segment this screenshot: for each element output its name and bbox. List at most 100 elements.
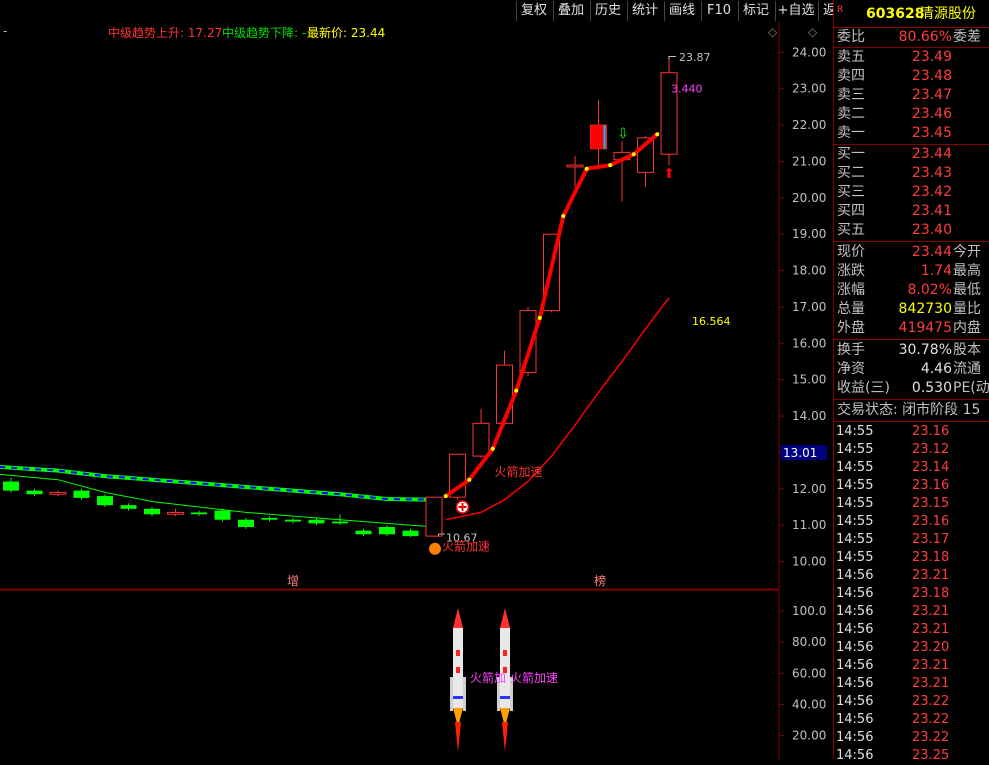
ma-value-label: 3.440 bbox=[671, 82, 703, 95]
tick-time: 14:56 bbox=[836, 622, 874, 637]
toolbar-button[interactable]: 画线 bbox=[664, 1, 699, 21]
bid-label: 买五 bbox=[837, 222, 865, 238]
candle-body bbox=[120, 505, 137, 509]
stat-value: 23.44 bbox=[911, 244, 952, 260]
tick-time: 14:56 bbox=[836, 748, 874, 763]
sub-axis-label: 40.00 bbox=[792, 697, 826, 711]
tick-row: 14:56 23.25 bbox=[834, 747, 989, 765]
toolbar-button[interactable]: 复权 bbox=[516, 1, 551, 21]
stat-value: 30.78% bbox=[898, 342, 952, 358]
trade-status: 交易状态: 闭市阶段 15 bbox=[834, 401, 989, 420]
toolbar-button[interactable]: 统计 bbox=[627, 1, 662, 21]
trend-dot bbox=[514, 388, 519, 393]
bid-row: 买五 23.40 bbox=[834, 221, 989, 240]
ask-label: 卖一 bbox=[837, 125, 865, 141]
tick-row: 14:55 23.16 bbox=[834, 513, 989, 531]
stat-label: 收益(三) bbox=[837, 380, 890, 396]
stock-code: 603628 bbox=[866, 6, 925, 22]
rocket-badge-icon bbox=[429, 542, 441, 555]
bottom-marker-left: 增 bbox=[287, 574, 299, 588]
candle-body bbox=[238, 519, 254, 527]
tick-row: 14:56 23.22 bbox=[834, 693, 989, 711]
stock-name: 清源股份 bbox=[920, 6, 976, 22]
current-price-label: 13.01 bbox=[783, 446, 817, 460]
rocket-sub-label: 火箭加 bbox=[470, 670, 506, 685]
ma-green-line bbox=[0, 465, 435, 502]
ask-row: 卖一 23.45 bbox=[834, 124, 989, 143]
stat-row: 总量 842730 量比 bbox=[834, 300, 989, 319]
rocket-icon bbox=[450, 608, 466, 752]
candle-body bbox=[73, 490, 90, 498]
stat-right-label: 流通 bbox=[953, 361, 981, 377]
candle-body bbox=[402, 530, 419, 537]
tick-row: 14:56 23.21 bbox=[834, 567, 989, 585]
tick-price: 23.22 bbox=[912, 712, 950, 727]
ask-label: 卖四 bbox=[837, 68, 865, 84]
tick-row: 14:55 23.12 bbox=[834, 441, 989, 459]
tick-price: 23.17 bbox=[912, 532, 950, 547]
high-marker-icon: ⌐ bbox=[667, 50, 677, 64]
tick-row: 14:55 23.16 bbox=[834, 423, 989, 441]
trend-dot bbox=[584, 166, 589, 171]
trend-dot bbox=[655, 132, 660, 137]
toolbar-button[interactable]: +自选 bbox=[775, 1, 816, 21]
rocket-accel-label: 火箭加速 bbox=[495, 464, 543, 479]
tick-time: 14:56 bbox=[836, 658, 874, 673]
trend-dot bbox=[561, 214, 566, 219]
toolbar-button[interactable]: 叠加 bbox=[553, 1, 588, 21]
trade-status-label: 交易状态: 闭市阶段 15 bbox=[837, 402, 981, 418]
sub-axis-label: 20.00 bbox=[792, 729, 826, 743]
trend-dot bbox=[537, 315, 542, 320]
toolbar-button[interactable]: 标记 bbox=[738, 1, 773, 21]
ask-price: 23.46 bbox=[911, 106, 952, 122]
ask-row: 卖五 23.49 bbox=[834, 48, 989, 67]
ask-row: 卖三 23.47 bbox=[834, 86, 989, 105]
tick-price: 23.18 bbox=[912, 550, 950, 565]
bid-row: 买三 23.42 bbox=[834, 183, 989, 202]
tick-row: 14:56 23.21 bbox=[834, 657, 989, 675]
toolbar-button[interactable]: F10 bbox=[701, 1, 736, 21]
price-axis-label: 21.00 bbox=[792, 154, 826, 168]
tick-price: 23.21 bbox=[912, 622, 950, 637]
high-marker-label: 23.87 bbox=[679, 51, 711, 64]
rocket-sub-label: 火箭加速 bbox=[510, 670, 558, 685]
candle-body bbox=[285, 519, 301, 522]
tick-row: 14:55 23.14 bbox=[834, 459, 989, 477]
bid-label: 买二 bbox=[837, 165, 865, 181]
candle-body bbox=[214, 510, 231, 520]
weibi-label: 委比 bbox=[837, 29, 865, 45]
price-axis-label: 17.00 bbox=[792, 300, 826, 314]
stat-label: 外盘 bbox=[837, 320, 865, 336]
candle-body bbox=[261, 517, 278, 520]
toolbar-button[interactable]: 历史 bbox=[590, 1, 625, 21]
kline-chart-svg: 24.00 23.00 22.00 21.00 20.00 19.00 18.00 17.00… bbox=[0, 22, 827, 759]
tick-row: 14:56 23.22 bbox=[834, 711, 989, 729]
trend-dot bbox=[490, 446, 495, 451]
stat-row: 收益(三) 0.530 PE(动 bbox=[834, 379, 989, 398]
tick-price: 23.21 bbox=[912, 658, 950, 673]
stat-right-label: 内盘 bbox=[953, 320, 981, 336]
tick-time: 14:55 bbox=[836, 460, 874, 475]
candle-body bbox=[355, 530, 372, 535]
tick-row: 14:56 23.21 bbox=[834, 621, 989, 639]
curve-value-label: 16.564 bbox=[692, 315, 731, 328]
stock-header[interactable]: R 603628 清源股份 bbox=[834, 2, 989, 26]
ma-red-curve bbox=[445, 297, 670, 521]
stat-label: 涨跌 bbox=[837, 263, 865, 279]
tick-time: 14:55 bbox=[836, 424, 874, 439]
tick-row: 14:55 23.15 bbox=[834, 495, 989, 513]
up-arrow-icon: ⬆ bbox=[663, 166, 675, 182]
sub-axis-label: 80.00 bbox=[792, 635, 826, 649]
separator bbox=[834, 399, 989, 400]
ask-row: 卖二 23.46 bbox=[834, 105, 989, 124]
candle-body bbox=[472, 422, 490, 457]
kline-chart-area[interactable]: - 中级趋势上升: 17.27 中级趋势下降: - 最新价: 23.44 24.… bbox=[0, 22, 833, 759]
tick-time: 14:56 bbox=[836, 676, 874, 691]
rocket-accel-label-low: 火箭加速 bbox=[442, 539, 490, 554]
stat-value: 8.02% bbox=[907, 282, 952, 298]
tick-time: 14:55 bbox=[836, 532, 874, 547]
tick-price: 23.20 bbox=[912, 640, 950, 655]
stat-row: 换手 30.78% 股本 bbox=[834, 341, 989, 360]
tick-time: 14:56 bbox=[836, 586, 874, 601]
chart-toolbar: 复权叠加历史统计画线F10标记+自选返回 bbox=[0, 0, 849, 22]
